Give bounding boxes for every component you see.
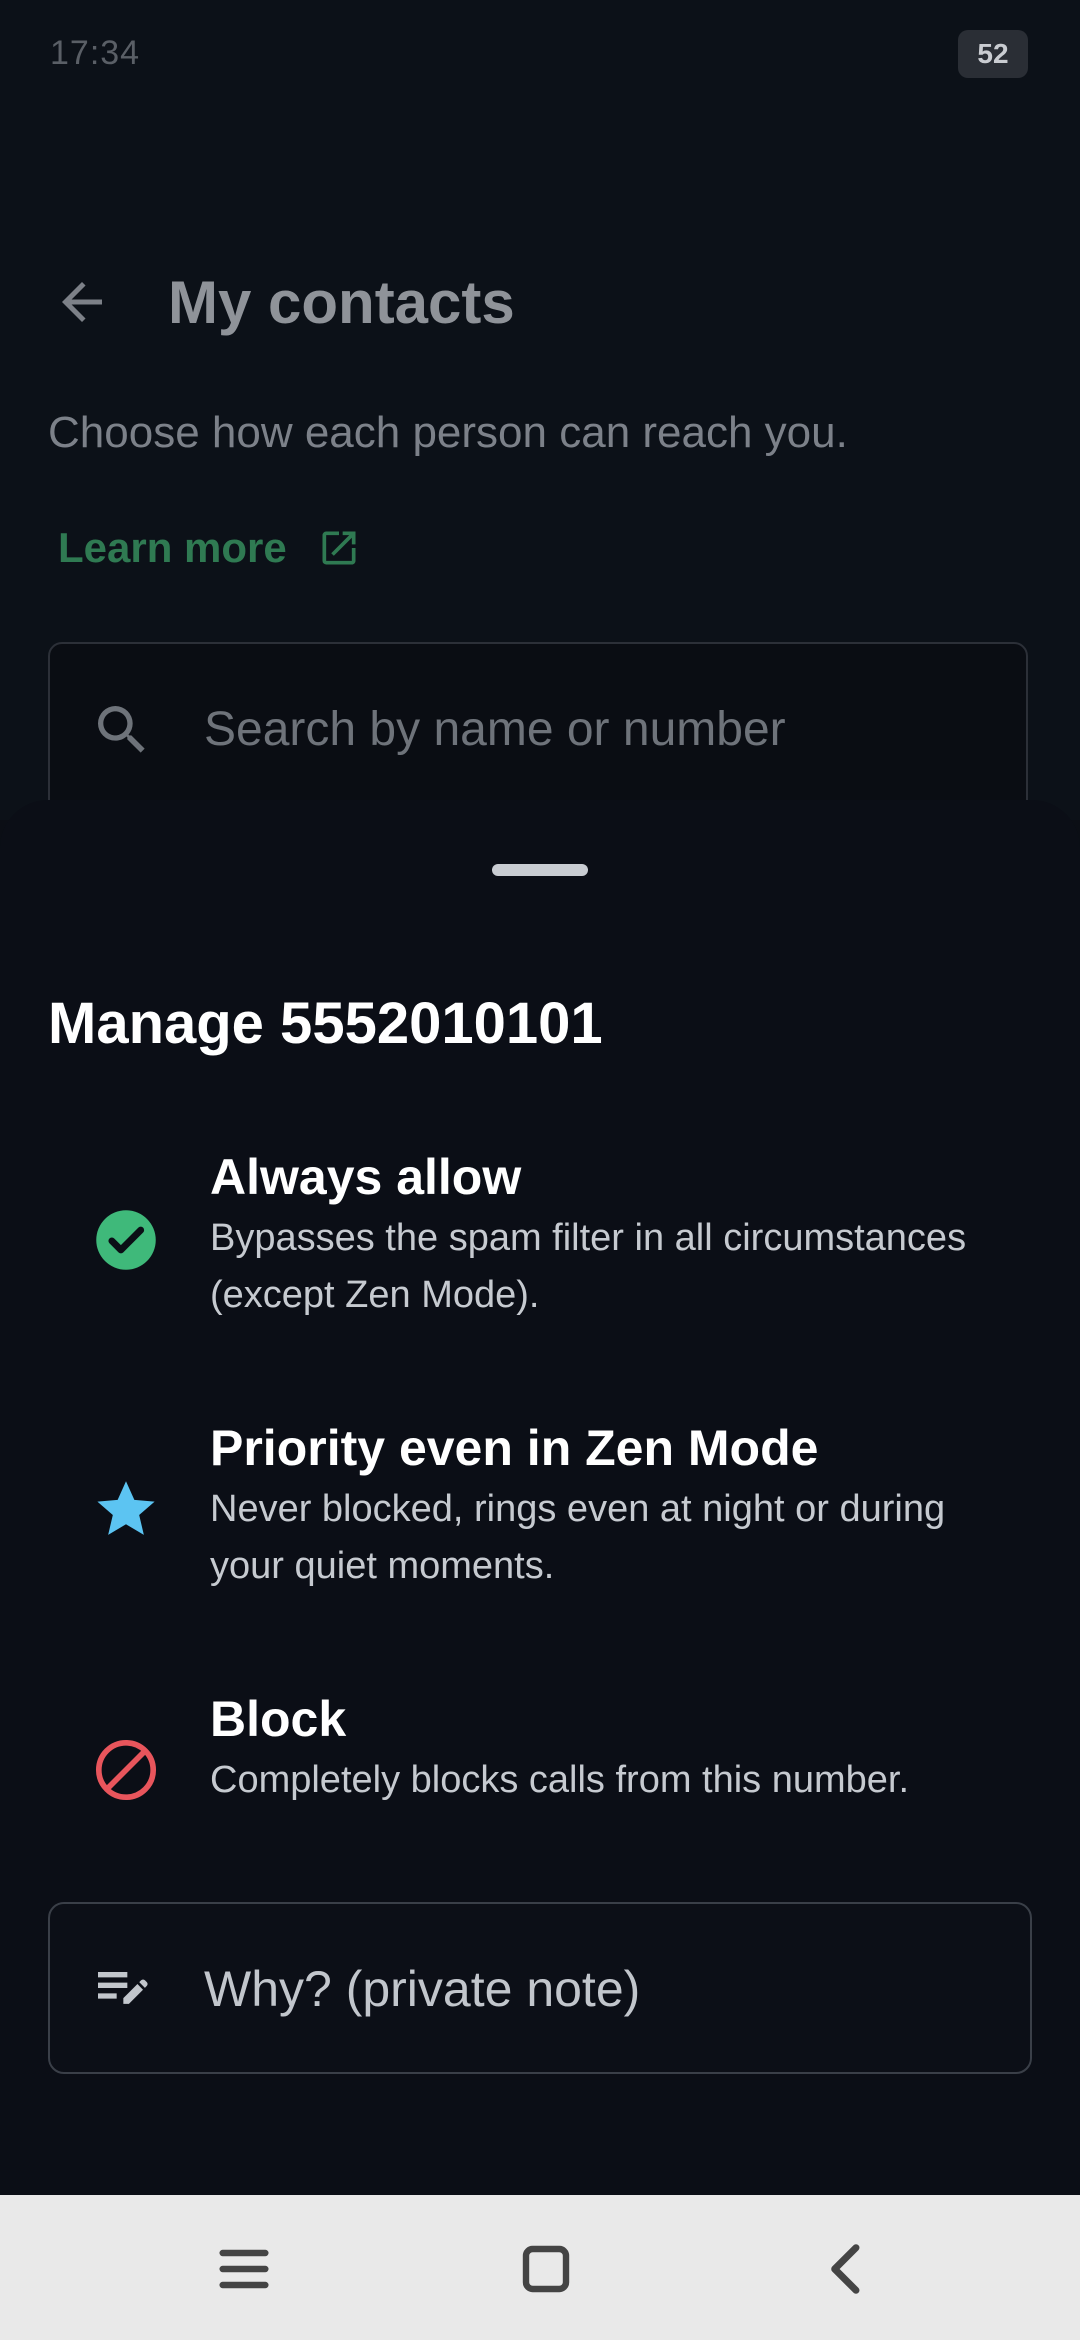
option-always-allow[interactable]: Always allow Bypasses the spam filter in… xyxy=(0,1148,1080,1348)
check-circle-icon xyxy=(96,1210,156,1270)
status-bar: 17:34 52 xyxy=(0,0,1080,110)
manage-bottom-sheet: Manage 5552010101 Always allow Bypasses … xyxy=(0,800,1080,2195)
star-icon xyxy=(97,1481,155,1535)
option-title: Priority even in Zen Mode xyxy=(210,1420,819,1476)
external-link-icon xyxy=(322,531,356,565)
note-placeholder: Why? (private note) xyxy=(204,1961,641,2017)
option-title: Block xyxy=(210,1691,347,1747)
menu-icon[interactable] xyxy=(212,2237,276,2301)
screen: 17:34 52 My contacts Choose how each per… xyxy=(0,0,1080,2340)
sheet-title: Manage 5552010101 xyxy=(48,991,603,1056)
option-description: Bypasses the spam filter in all circumst… xyxy=(210,1217,967,1316)
option-title: Always allow xyxy=(210,1149,522,1205)
search-icon xyxy=(98,706,145,753)
option-description: Completely blocks calls from this number… xyxy=(210,1759,910,1801)
battery-indicator: 52 xyxy=(958,30,1028,78)
option-priority-zen-mode[interactable]: Priority even in Zen Mode Never blocked,… xyxy=(0,1419,1080,1619)
drag-handle[interactable] xyxy=(492,864,588,876)
option-description: Never blocked, rings even at night or du… xyxy=(210,1488,946,1587)
back-chevron-icon[interactable] xyxy=(816,2237,880,2301)
block-icon xyxy=(95,1739,157,1801)
status-time: 17:34 xyxy=(50,34,141,72)
home-square-icon[interactable] xyxy=(514,2237,578,2301)
edit-note-icon xyxy=(98,1972,148,2004)
app-bar: My contacts xyxy=(0,250,1080,350)
private-note-input[interactable]: Why? (private note) xyxy=(48,1902,1032,2074)
contacts-page: 17:34 52 My contacts Choose how each per… xyxy=(0,0,1080,822)
page-subtitle: Choose how each person can reach you. xyxy=(48,408,848,457)
learn-more-label: Learn more xyxy=(58,524,287,571)
option-block[interactable]: Block Completely blocks calls from this … xyxy=(0,1690,1080,1890)
page-title: My contacts xyxy=(168,269,515,336)
search-input[interactable]: Search by name or number xyxy=(48,642,1028,822)
system-nav-bar xyxy=(0,2195,1080,2340)
arrow-left-icon[interactable] xyxy=(52,272,112,332)
search-placeholder: Search by name or number xyxy=(204,703,786,756)
learn-more-link[interactable]: Learn more xyxy=(58,518,361,578)
